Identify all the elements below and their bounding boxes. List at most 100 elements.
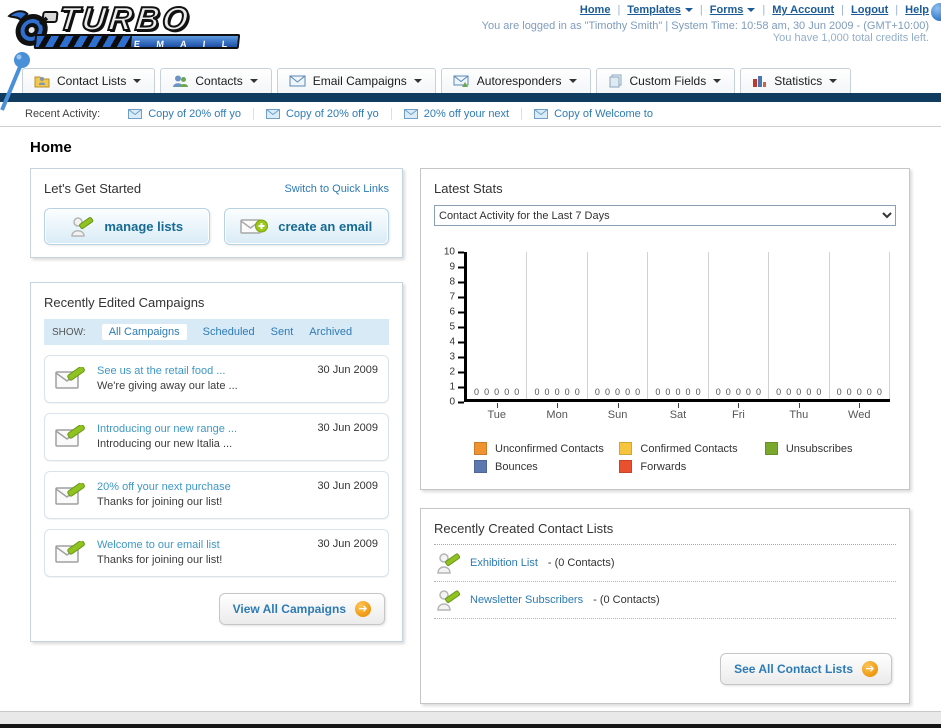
contact-list-link[interactable]: Exhibition List <box>470 557 538 569</box>
bar-value-label: 0 <box>786 387 792 397</box>
pin-decoration <box>0 52 30 111</box>
campaign-date: 30 Jun 2009 <box>317 480 378 492</box>
bar-value-label: 0 <box>755 387 761 397</box>
tab-contact-lists[interactable]: Contact Lists <box>22 68 156 93</box>
recent-activity-item[interactable]: Copy of Welcome to <box>522 108 665 120</box>
chart-group: 0 0 0 0 0 Wed <box>830 252 890 421</box>
left-column: Let's Get Started Switch to Quick Links … <box>30 168 403 666</box>
person-pencil-icon <box>437 590 460 611</box>
x-axis-tick <box>617 403 619 408</box>
recent-activity-item[interactable]: Copy of 20% off yo <box>254 108 392 120</box>
filter-sent[interactable]: Sent <box>271 326 294 338</box>
y-axis-label: 3 <box>449 352 464 363</box>
main-nav-tabs: Contact Lists Contacts Email Campaigns A… <box>0 64 941 93</box>
bar-value-label: 0 <box>514 387 520 397</box>
nav-link-help[interactable]: Help <box>905 4 929 16</box>
bar-value-label: 0 <box>665 387 671 397</box>
filter-archived[interactable]: Archived <box>309 326 352 338</box>
tab-label: Contacts <box>195 74 243 88</box>
tab-email-campaigns[interactable]: Email Campaigns <box>276 68 436 93</box>
contact-list-row: Newsletter Subscribers - (0 Contacts) <box>434 582 896 619</box>
view-all-campaigns-button[interactable]: View All Campaigns ➔ <box>218 593 385 625</box>
legend-label: Confirmed Contacts <box>640 442 738 455</box>
nav-link-templates[interactable]: Templates <box>627 4 693 16</box>
contact-list-row: Exhibition List - (0 Contacts) <box>434 545 896 582</box>
tab-contacts[interactable]: Contacts <box>160 68 272 93</box>
arrow-right-icon: ➔ <box>355 601 371 617</box>
recent-activity-bar: Recent Activity: Copy of 20% off yo Copy… <box>0 102 941 127</box>
latest-stats-title: Latest Stats <box>434 181 503 196</box>
bar-value-label: 0 <box>735 387 741 397</box>
bar-value-label: 0 <box>816 387 822 397</box>
bar-value-label: 0 <box>866 387 872 397</box>
logo-subtitle: E M A I L <box>133 39 235 49</box>
recent-activity-label: Recent Activity: <box>25 108 101 120</box>
page-title: Home <box>30 139 72 156</box>
campaign-row: Welcome to our email list Thanks for joi… <box>44 529 389 577</box>
login-status-text: You are logged in as "Timothy Smith" | S… <box>481 20 929 32</box>
page-footer <box>0 711 941 728</box>
bar-value-label: 0 <box>695 387 701 397</box>
manage-lists-button[interactable]: manage lists <box>44 208 210 245</box>
tab-label: Autoresponders <box>476 74 562 88</box>
x-axis-tick <box>557 403 559 408</box>
main-content: Home Let's Get Started Switch to Quick L… <box>0 127 941 728</box>
tab-custom-fields[interactable]: Custom Fields <box>595 68 736 93</box>
x-axis-label: Sun <box>607 409 628 421</box>
nav-link-forms[interactable]: Forms <box>710 4 756 16</box>
bar-value-label: 0 <box>776 387 782 397</box>
nav-link-home[interactable]: Home <box>580 4 611 16</box>
arrow-right-icon: ➔ <box>862 661 878 677</box>
recent-activity-item[interactable]: 20% off your next <box>392 108 523 120</box>
campaign-filter-bar: SHOW: All Campaigns Scheduled Sent Archi… <box>44 319 389 345</box>
nav-link-logout[interactable]: Logout <box>851 4 888 16</box>
stats-period-select[interactable]: Contact Activity for the Last 7 Days <box>434 205 896 226</box>
legend-swatch <box>619 442 633 455</box>
y-axis-label: 9 <box>449 262 464 273</box>
bar-value-label: 0 <box>494 387 500 397</box>
tab-statistics[interactable]: Statistics <box>740 68 852 93</box>
credits-text: You have 1,000 total credits left. <box>772 32 929 44</box>
bar-value-label: 0 <box>615 387 621 397</box>
contact-list-count: - (0 Contacts) <box>593 594 660 606</box>
bar-value-label: 0 <box>574 387 580 397</box>
see-all-contact-lists-button[interactable]: See All Contact Lists ➔ <box>720 653 892 685</box>
switch-quick-links-link[interactable]: Switch to Quick Links <box>284 183 389 195</box>
bar-value-label: 0 <box>504 387 510 397</box>
tab-autoresponders[interactable]: Autoresponders <box>440 68 591 93</box>
legend-swatch <box>474 442 487 455</box>
y-axis-label: 4 <box>449 337 464 348</box>
bar-value-label: 0 <box>564 387 570 397</box>
bar-value-label: 0 <box>544 387 550 397</box>
bar-value-label: 0 <box>675 387 681 397</box>
x-axis-label: Wed <box>848 409 871 421</box>
campaign-title-link[interactable]: 20% off your next purchase <box>97 480 231 495</box>
show-label: SHOW: <box>52 326 86 338</box>
top-nav: Home Templates Forms My Account Logout H… <box>482 4 929 16</box>
custom-fields-icon <box>609 74 622 88</box>
statistics-icon <box>753 75 767 87</box>
bar-value-label: 0 <box>836 387 842 397</box>
chart-group: 0 0 0 0 0 Tue <box>467 252 528 421</box>
envelope-icon <box>265 109 280 119</box>
nav-link-my-account[interactable]: My Account <box>772 4 834 16</box>
campaign-title-link[interactable]: Introducing our new range ... <box>97 422 237 437</box>
campaign-title-link[interactable]: Welcome to our email list <box>97 538 222 553</box>
chevron-down-icon <box>249 79 258 83</box>
chevron-down-icon <box>747 8 756 12</box>
y-axis-label: 5 <box>449 322 464 333</box>
envelope-plus-icon <box>240 218 269 234</box>
recent-activity-item[interactable]: Copy of 20% off yo <box>116 108 254 120</box>
campaign-title-link[interactable]: See us at the retail food ... <box>97 364 238 379</box>
create-email-button[interactable]: create an email <box>223 208 389 245</box>
contact-list-count: - (0 Contacts) <box>547 557 615 569</box>
bar-value-label: 0 <box>534 387 540 397</box>
contact-list-link[interactable]: Newsletter Subscribers <box>470 594 583 606</box>
campaign-envelope-icon <box>55 483 85 505</box>
help-ball-decoration <box>931 3 941 21</box>
contact-lists-title: Recently Created Contact Lists <box>434 521 896 545</box>
filter-scheduled[interactable]: Scheduled <box>203 326 255 338</box>
chevron-down-icon <box>568 79 577 83</box>
bar-value-label: 0 <box>685 387 691 397</box>
filter-all-campaigns[interactable]: All Campaigns <box>101 324 187 340</box>
